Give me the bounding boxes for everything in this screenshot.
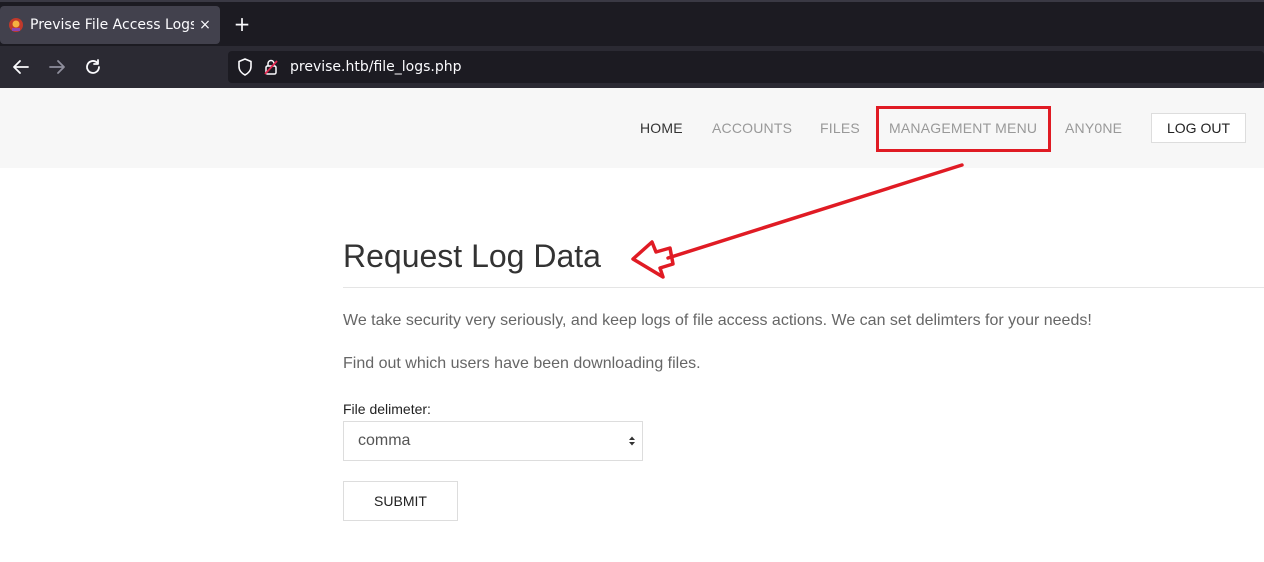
nav-anyone[interactable]: ANY0NE [1065,120,1122,136]
intro-paragraph: We take security very seriously, and kee… [343,312,1092,329]
annotation-highlight-box [876,106,1051,152]
forward-arrow-icon[interactable] [45,55,69,79]
logout-button[interactable]: LOG OUT [1151,113,1246,143]
site-header: HOME ACCOUNTS FILES MANAGEMENT MENU ANY0… [0,88,1264,168]
tab-title: Previse File Access Logs [30,17,194,33]
insecure-lock-icon[interactable] [262,58,280,76]
url-text[interactable]: previse.htb/file_logs.php [290,59,462,75]
delimiter-label: File delimeter: [343,401,431,417]
back-arrow-icon[interactable] [9,55,33,79]
title-divider [343,287,1264,288]
nav-home[interactable]: HOME [640,120,683,136]
description-paragraph: Find out which users have been downloadi… [343,355,701,372]
browser-tab-bar: Previse File Access Logs × + [0,0,1264,46]
delimiter-selected-value: comma [358,432,411,449]
reload-icon[interactable] [81,55,105,79]
browser-tab[interactable]: Previse File Access Logs × [0,6,220,44]
delimiter-select[interactable]: comma [343,421,643,461]
site-favicon-icon [8,17,24,33]
select-arrows-icon [622,435,642,447]
page-title: Request Log Data [343,238,601,274]
url-bar[interactable]: previse.htb/file_logs.php [228,51,1264,83]
nav-files[interactable]: FILES [820,120,860,136]
submit-button[interactable]: SUBMIT [343,481,458,521]
shield-icon[interactable] [236,58,254,76]
new-tab-icon[interactable]: + [231,14,253,36]
browser-nav-bar: previse.htb/file_logs.php [0,46,1264,88]
nav-accounts[interactable]: ACCOUNTS [712,120,792,136]
tab-close-icon[interactable]: × [194,14,216,36]
